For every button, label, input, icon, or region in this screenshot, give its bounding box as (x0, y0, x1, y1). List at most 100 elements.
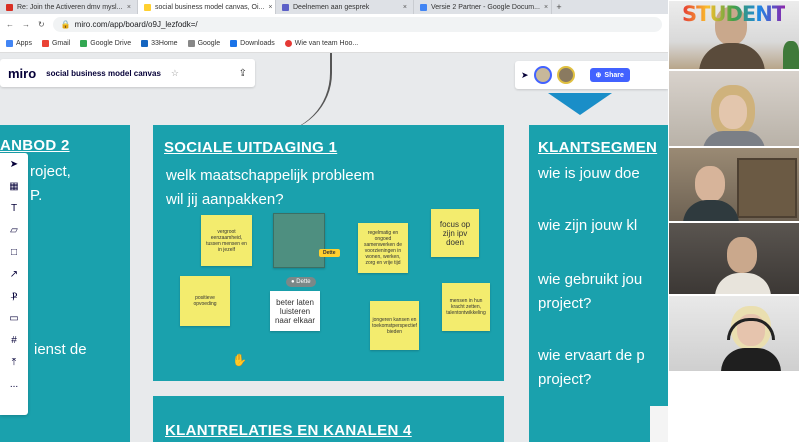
globe-icon (187, 40, 195, 47)
tab-close-icon[interactable]: × (544, 4, 548, 11)
tab-label: Re: Join the Activeren dmv mysl... (17, 3, 123, 11)
panel-title: KLANTSEGMEN (538, 139, 658, 156)
panel-text-line: project? (538, 371, 592, 388)
selection-user-label: ● Dette (286, 277, 316, 287)
sticky-note[interactable]: beter laten luisteren naar elkaar (270, 291, 320, 331)
share-icon: ⊕ (595, 72, 602, 79)
decor-plant (783, 41, 799, 69)
video-tile-empty (668, 372, 800, 442)
browser-tab-1[interactable]: Re: Join the Activeren dmv mysl... × (0, 0, 138, 14)
reload-icon[interactable]: ↻ (38, 20, 45, 29)
panel-klantrelaties[interactable]: KLANTRELATIES EN KANALEN 4 (153, 396, 504, 442)
tab-close-icon[interactable]: × (268, 4, 272, 11)
sticky-note[interactable]: mensen in hun kracht zetten, talentontwi… (442, 283, 490, 331)
bookmark-label: Google Drive (90, 40, 132, 47)
bookmark-gmail[interactable]: Gmail (41, 40, 71, 47)
panel-text-line: roject, (30, 163, 71, 180)
video-call-panel (668, 0, 800, 442)
sticky-note[interactable]: regelmatig en ongoed samenwerken de voor… (358, 223, 408, 273)
url-input[interactable]: 🔒 miro.com/app/board/o9J_lezfodk=/ (52, 17, 662, 32)
participant-body (715, 273, 771, 294)
tab-label: Versie 2 Partner - Google Docum... (431, 3, 540, 11)
browser-tab-4[interactable]: Versie 2 Partner - Google Docum... × (414, 0, 552, 14)
video-tile-participant[interactable] (668, 295, 800, 372)
lock-icon: 🔒 (60, 20, 71, 29)
tab-close-icon[interactable]: × (127, 4, 131, 11)
home-icon (141, 40, 149, 47)
panel-klantsegmenten[interactable]: KLANTSEGMEN wie is jouw doe wie zijn jou… (529, 125, 668, 442)
avatar[interactable] (533, 66, 552, 84)
browser-tab-bar: Re: Join the Activeren dmv mysl... × soc… (0, 0, 668, 14)
board-name[interactable]: social business model canvas (46, 69, 161, 78)
bookmark-team[interactable]: Wie van team Hoo... (284, 40, 358, 47)
browser-address-bar: ← → ↻ 🔒 miro.com/app/board/o9J_lezfodk=/ (0, 14, 668, 35)
miro-collab-bar: ➤ ⊕ Share (515, 61, 668, 89)
comment-tool-icon[interactable]: ▭ (9, 313, 18, 327)
panel-text-line: wie gebruikt jou (538, 271, 643, 288)
bookmark-33home[interactable]: 33Home (141, 40, 178, 47)
gmail-icon (41, 40, 49, 47)
tab-label: Deelnemen aan gesprek (293, 3, 370, 11)
bookmark-google-drive[interactable]: Google Drive (80, 40, 131, 47)
panel-text-line: project? (538, 295, 592, 312)
select-tool-icon[interactable]: ➤ (10, 159, 18, 173)
browser-tab-2[interactable]: social business model canvas, Oi... × (138, 0, 276, 14)
sponsor-logo: STUDENT (682, 2, 786, 26)
video-tile-participant[interactable] (668, 147, 800, 222)
screen: Re: Join the Activeren dmv mysl... × soc… (0, 0, 800, 442)
pen-tool-icon[interactable]: Ⳁ (11, 291, 18, 305)
gmail-favicon-icon (6, 3, 13, 11)
participant-body (721, 348, 781, 371)
miro-logo[interactable]: miro (8, 66, 36, 81)
bookmark-apps[interactable]: Apps (6, 40, 32, 47)
tab-close-icon[interactable]: × (403, 4, 407, 11)
selection-user-name: Dette (296, 279, 311, 285)
forward-arrow-icon[interactable]: → (22, 20, 30, 29)
white-shape (650, 406, 668, 442)
export-icon[interactable]: ⇪ (239, 68, 247, 79)
participant-face (719, 95, 747, 129)
panel-title: ANBOD 2 (0, 137, 70, 154)
browser-tab-3[interactable]: Deelnemen aan gesprek × (276, 0, 414, 14)
sticky-note-tool-icon[interactable]: ▱ (10, 225, 18, 239)
panel-text-line: wie zijn jouw kl (538, 217, 638, 234)
bookmark-label: Gmail (51, 40, 71, 47)
participant-body (699, 43, 765, 69)
miro-top-bar: miro social business model canvas ☆ ⇪ (0, 59, 255, 87)
back-arrow-icon[interactable]: ← (6, 20, 14, 29)
sticky-note[interactable]: focus op zijn ipv doen (431, 209, 479, 257)
user-cursor-label: Dette (319, 249, 340, 257)
sticky-note[interactable]: vergroot eenzaamheid, tussen mensen en i… (201, 215, 252, 266)
upload-tool-icon[interactable]: ⤒ (12, 357, 16, 371)
sticky-note[interactable]: positieve opvoeding (180, 276, 230, 326)
connector-line (272, 53, 332, 133)
share-button[interactable]: ⊕ Share (589, 68, 630, 82)
share-label: Share (604, 71, 624, 79)
bookmark-label: 33Home (151, 40, 178, 47)
templates-tool-icon[interactable]: ▦ (9, 181, 18, 195)
video-tile-participant[interactable] (668, 222, 800, 295)
text-tool-icon[interactable]: T (11, 203, 17, 217)
url-text: miro.com/app/board/o9J_lezfodk=/ (74, 20, 198, 29)
connection-line-tool-icon[interactable]: ↗ (10, 269, 18, 283)
panel-text-line: wie ervaart de p (538, 347, 645, 364)
miro-board-canvas[interactable]: ANBOD 2 roject, P. ienst de SOCIALE UITD… (0, 53, 668, 442)
new-tab-button[interactable]: + (552, 0, 566, 14)
shape-tool-icon[interactable]: □ (11, 247, 17, 261)
star-icon[interactable]: ☆ (171, 68, 179, 79)
cursor-pointer-icon[interactable]: ➤ (521, 70, 529, 81)
bookmark-label: Google (197, 40, 221, 47)
more-tools-icon[interactable]: ... (10, 379, 18, 393)
sponsor-logo-text: STUDENT (682, 2, 786, 26)
panel-text-line: P. (30, 187, 43, 204)
miro-left-toolbar: ➤ ▦ T ▱ □ ↗ Ⳁ ▭ # ⤒ ... (0, 153, 28, 415)
bookmark-downloads[interactable]: Downloads (230, 40, 275, 47)
video-tile-participant[interactable] (668, 70, 800, 147)
bookmark-google[interactable]: Google (187, 40, 221, 47)
sticky-note[interactable]: jongeren kansen en toekomstperspectief b… (370, 301, 419, 350)
triangle-shape (548, 93, 612, 115)
tab-label: social business model canvas, Oi... (155, 3, 265, 11)
frame-tool-icon[interactable]: # (11, 335, 17, 349)
avatar[interactable] (556, 66, 575, 84)
sticky-note-selected[interactable] (273, 213, 325, 268)
